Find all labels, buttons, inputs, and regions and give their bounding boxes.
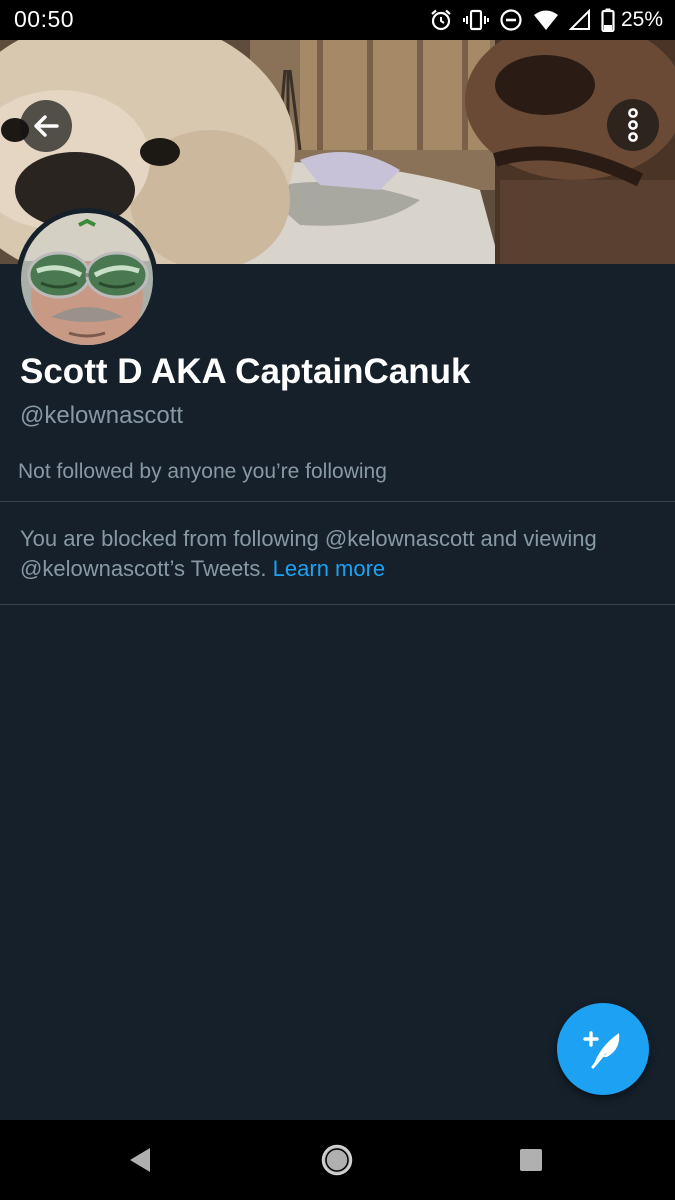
arrow-left-icon	[34, 115, 59, 137]
avatar[interactable]	[16, 208, 158, 350]
vertical-dots-icon	[628, 108, 638, 142]
nav-back-button[interactable]	[120, 1140, 160, 1180]
alarm-icon	[431, 9, 451, 31]
back-button[interactable]	[20, 100, 72, 152]
blocked-notice: You are blocked from following @kelownas…	[20, 524, 660, 584]
profile-screen: 00:50 25% Scott D AKA CaptainCanuk @kelo…	[0, 0, 675, 1200]
compose-tweet-icon	[583, 1031, 620, 1069]
nav-back-icon	[130, 1148, 150, 1172]
status-time: 00:50	[14, 6, 75, 32]
nav-home-button[interactable]	[317, 1140, 357, 1180]
nav-home-icon	[321, 1144, 353, 1176]
vibrate-icon	[462, 9, 489, 31]
system-navigation-bar	[0, 1120, 675, 1200]
divider	[0, 604, 675, 605]
handle: @kelownascott	[20, 402, 184, 429]
cell-signal-icon	[568, 9, 590, 30]
learn-more-link[interactable]: Learn more	[273, 556, 386, 581]
nav-recents-icon	[520, 1149, 542, 1171]
battery-icon	[601, 8, 615, 32]
status-bar: 00:50 25%	[0, 0, 675, 40]
wifi-icon	[533, 10, 558, 30]
status-icons: 25%	[429, 7, 663, 33]
nav-recents-button[interactable]	[511, 1140, 551, 1180]
compose-tweet-button[interactable]	[557, 1003, 649, 1095]
divider	[0, 501, 675, 502]
battery-percent: 25%	[620, 8, 663, 31]
more-options-button[interactable]	[607, 99, 659, 151]
display-name: Scott D AKA CaptainCanuk	[20, 352, 471, 391]
followers-you-know-note: Not followed by anyone you’re following	[18, 460, 387, 483]
do-not-disturb-icon	[500, 9, 522, 31]
